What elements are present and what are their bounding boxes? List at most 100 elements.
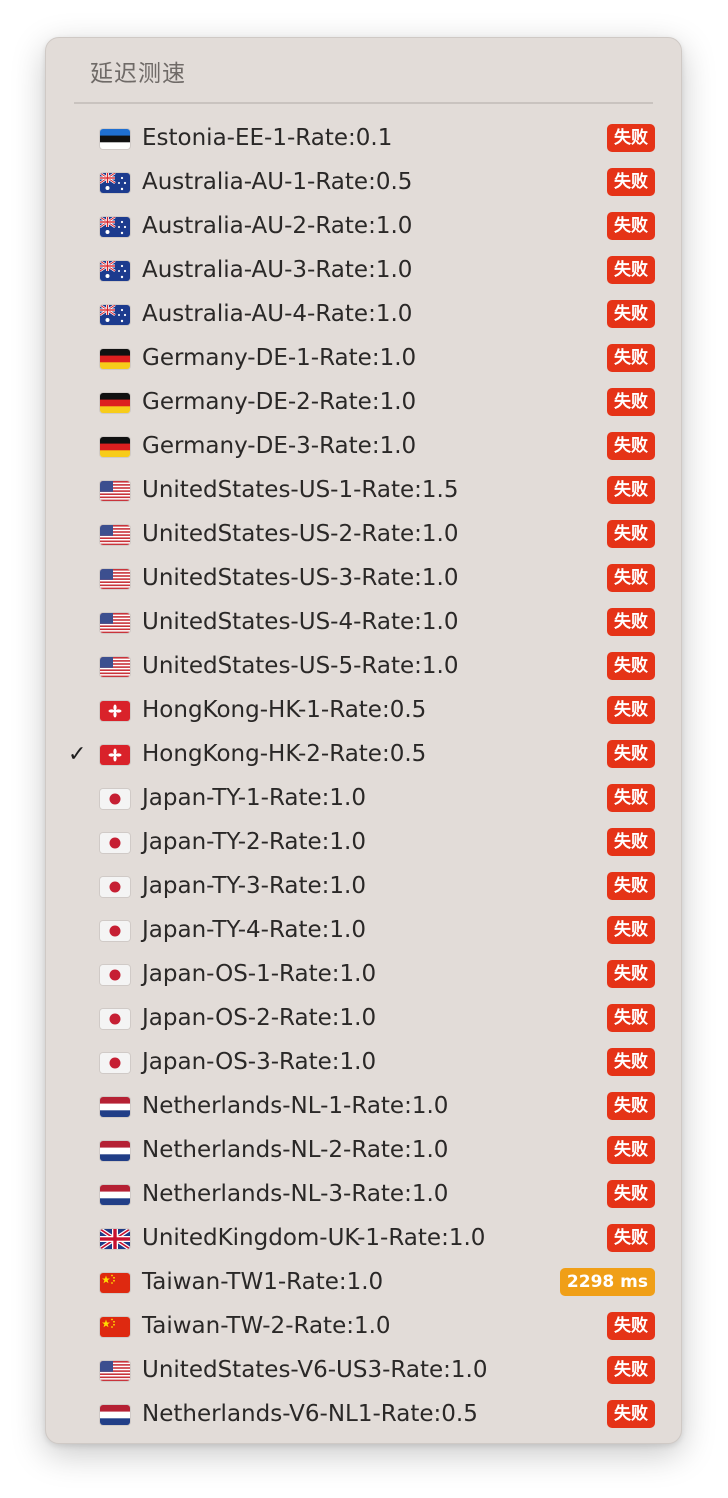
server-name: HongKong-HK-2-Rate:0.5 [142, 741, 427, 767]
server-list: Estonia-EE-1-Rate:0.1 失败 Australia-AU-1-Ra… [46, 116, 681, 1436]
server-item[interactable]: UnitedStates-US-2-Rate:1.0 失败 [46, 512, 681, 556]
failed-badge: 失败 [607, 1092, 655, 1120]
failed-badge: 失败 [607, 740, 655, 768]
usa-flag-icon [100, 481, 130, 501]
server-item[interactable]: Germany-DE-1-Rate:1.0 失败 [46, 336, 681, 380]
failed-badge: 失败 [607, 344, 655, 372]
japan-flag-icon [100, 1009, 130, 1029]
server-item[interactable]: UnitedStates-US-3-Rate:1.0 失败 [46, 556, 681, 600]
china-flag-icon [100, 1317, 130, 1337]
server-name: UnitedStates-V6-US3-Rate:1.0 [142, 1357, 488, 1383]
japan-flag-icon [100, 1053, 130, 1073]
failed-badge: 失败 [607, 652, 655, 680]
server-item[interactable]: Japan-TY-2-Rate:1.0 失败 [46, 820, 681, 864]
server-item[interactable]: UnitedStates-US-1-Rate:1.5 失败 [46, 468, 681, 512]
server-name: UnitedStates-US-2-Rate:1.0 [142, 521, 459, 547]
server-item[interactable]: Netherlands-NL-1-Rate:1.0 失败 [46, 1084, 681, 1128]
server-name: Australia-AU-4-Rate:1.0 [142, 301, 413, 327]
failed-badge: 失败 [607, 1004, 655, 1032]
failed-badge: 失败 [607, 784, 655, 812]
hongkong-flag-icon [100, 701, 130, 721]
server-item[interactable]: Japan-TY-4-Rate:1.0 失败 [46, 908, 681, 952]
server-item[interactable]: UnitedStates-V6-US3-Rate:1.0 失败 [46, 1348, 681, 1392]
usa-flag-icon [100, 613, 130, 633]
japan-flag-icon [100, 877, 130, 897]
server-item[interactable]: UnitedStates-US-4-Rate:1.0 失败 [46, 600, 681, 644]
failed-badge: 失败 [607, 300, 655, 328]
failed-badge: 失败 [607, 1136, 655, 1164]
server-item[interactable]: Netherlands-NL-3-Rate:1.0 失败 [46, 1172, 681, 1216]
failed-badge: 失败 [607, 1048, 655, 1076]
germany-flag-icon [100, 437, 130, 457]
server-item[interactable]: Taiwan-TW1-Rate:1.0 2298 ms [46, 1260, 681, 1304]
server-item[interactable]: Japan-OS-1-Rate:1.0 失败 [46, 952, 681, 996]
failed-badge: 失败 [607, 564, 655, 592]
server-name: HongKong-HK-1-Rate:0.5 [142, 697, 427, 723]
server-name: Australia-AU-2-Rate:1.0 [142, 213, 413, 239]
server-name: Taiwan-TW-2-Rate:1.0 [142, 1313, 391, 1339]
failed-badge: 失败 [607, 212, 655, 240]
server-name: UnitedKingdom-UK-1-Rate:1.0 [142, 1225, 486, 1251]
server-name: Australia-AU-3-Rate:1.0 [142, 257, 413, 283]
failed-badge: 失败 [607, 432, 655, 460]
australia-flag-icon [100, 217, 130, 237]
failed-badge: 失败 [607, 1356, 655, 1384]
server-item[interactable]: Netherlands-NL-2-Rate:1.0 失败 [46, 1128, 681, 1172]
failed-badge: 失败 [607, 476, 655, 504]
failed-badge: 失败 [607, 872, 655, 900]
server-item[interactable]: UnitedKingdom-UK-1-Rate:1.0 失败 [46, 1216, 681, 1260]
server-item[interactable]: Estonia-EE-1-Rate:0.1 失败 [46, 116, 681, 160]
china-flag-icon [100, 1273, 130, 1293]
failed-badge: 失败 [607, 916, 655, 944]
server-item[interactable]: Netherlands-V6-NL1-Rate:0.5 失败 [46, 1392, 681, 1436]
server-item[interactable]: Australia-AU-3-Rate:1.0 失败 [46, 248, 681, 292]
server-name: Germany-DE-2-Rate:1.0 [142, 389, 417, 415]
server-name: Netherlands-NL-2-Rate:1.0 [142, 1137, 449, 1163]
menu-separator [74, 102, 653, 104]
failed-badge: 失败 [607, 696, 655, 724]
server-item[interactable]: Australia-AU-1-Rate:0.5 失败 [46, 160, 681, 204]
usa-flag-icon [100, 525, 130, 545]
server-name: Australia-AU-1-Rate:0.5 [142, 169, 413, 195]
server-name: UnitedStates-US-5-Rate:1.0 [142, 653, 459, 679]
server-name: Germany-DE-3-Rate:1.0 [142, 433, 417, 459]
usa-flag-icon [100, 1361, 130, 1381]
server-item[interactable]: ✓ HongKong-HK-2-Rate:0.5 失败 [46, 732, 681, 776]
server-item[interactable]: UnitedStates-US-5-Rate:1.0 失败 [46, 644, 681, 688]
failed-badge: 失败 [607, 1224, 655, 1252]
australia-flag-icon [100, 305, 130, 325]
failed-badge: 失败 [607, 960, 655, 988]
server-name: Japan-TY-2-Rate:1.0 [142, 829, 367, 855]
server-item[interactable]: Japan-TY-3-Rate:1.0 失败 [46, 864, 681, 908]
server-name: Japan-OS-3-Rate:1.0 [142, 1049, 377, 1075]
server-item[interactable]: Australia-AU-4-Rate:1.0 失败 [46, 292, 681, 336]
server-item[interactable]: Germany-DE-3-Rate:1.0 失败 [46, 424, 681, 468]
checkmark-icon: ✓ [68, 741, 87, 767]
server-item[interactable]: HongKong-HK-1-Rate:0.5 失败 [46, 688, 681, 732]
netherlands-flag-icon [100, 1185, 130, 1205]
failed-badge: 失败 [607, 168, 655, 196]
netherlands-flag-icon [100, 1405, 130, 1425]
failed-badge: 失败 [607, 608, 655, 636]
server-item[interactable]: Taiwan-TW-2-Rate:1.0 失败 [46, 1304, 681, 1348]
server-item[interactable]: Japan-TY-1-Rate:1.0 失败 [46, 776, 681, 820]
netherlands-flag-icon [100, 1141, 130, 1161]
germany-flag-icon [100, 393, 130, 413]
server-name: UnitedStates-US-3-Rate:1.0 [142, 565, 459, 591]
uk-flag-icon [100, 1229, 130, 1249]
server-name: Japan-TY-4-Rate:1.0 [142, 917, 367, 943]
server-name: Netherlands-V6-NL1-Rate:0.5 [142, 1401, 478, 1427]
usa-flag-icon [100, 569, 130, 589]
server-item[interactable]: Australia-AU-2-Rate:1.0 失败 [46, 204, 681, 248]
server-item[interactable]: Japan-OS-2-Rate:1.0 失败 [46, 996, 681, 1040]
usa-flag-icon [100, 657, 130, 677]
server-name: Japan-TY-3-Rate:1.0 [142, 873, 367, 899]
server-name: Japan-OS-1-Rate:1.0 [142, 961, 377, 987]
latency-test-menu: 延迟测速 Estonia-EE-1-Rate:0.1 失败 Australia-AU… [45, 37, 682, 1444]
menu-title: 延迟测速 [90, 61, 186, 87]
server-name: Japan-OS-2-Rate:1.0 [142, 1005, 377, 1031]
server-item[interactable]: Japan-OS-3-Rate:1.0 失败 [46, 1040, 681, 1084]
failed-badge: 失败 [607, 1312, 655, 1340]
japan-flag-icon [100, 921, 130, 941]
server-item[interactable]: Germany-DE-2-Rate:1.0 失败 [46, 380, 681, 424]
